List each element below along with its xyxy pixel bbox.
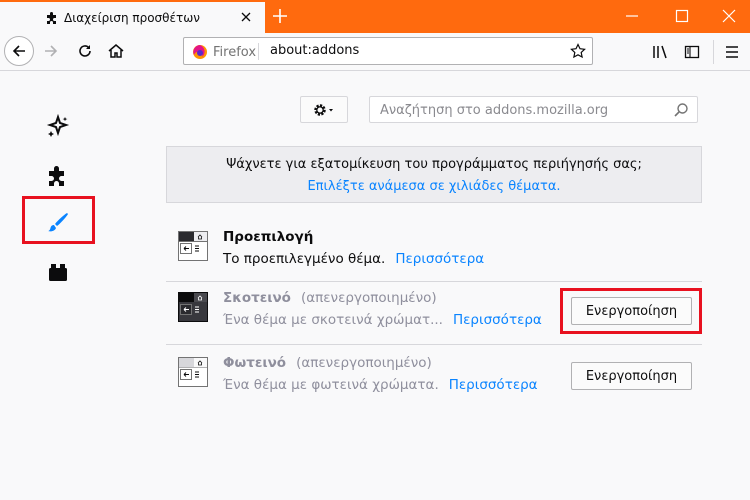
theme-description: Το προεπιλεγμένο θέμα. <box>223 251 386 267</box>
theme-name: Προεπιλογή <box>223 229 313 245</box>
identity-box[interactable]: Firefox <box>192 44 256 60</box>
theme-description-line: Ένα θέμα με φωτεινά χρώματα. Περισσότερα <box>223 377 538 393</box>
arrow-right-icon <box>45 45 58 57</box>
banner-link[interactable]: Επιλέξτε ανάμεσα σε χιλιάδες θέματα. <box>167 179 701 194</box>
addons-search-input[interactable] <box>380 101 660 119</box>
theme-item-default[interactable]: Προεπιλογή Το προεπιλεγμένο θέμα. Περισσό… <box>166 223 702 283</box>
maximize-icon[interactable] <box>672 6 692 26</box>
search-icon[interactable] <box>673 102 689 118</box>
banner-text: Ψάχνετε για εξατομίκευση του προγράμματο… <box>226 157 642 172</box>
minimize-icon[interactable] <box>622 6 642 26</box>
library-icon[interactable] <box>652 44 670 60</box>
theme-separator <box>166 281 702 282</box>
arrow-left-icon <box>12 45 25 57</box>
category-plugins[interactable] <box>44 258 72 286</box>
theme-more-link[interactable]: Περισσότερα <box>453 312 542 328</box>
close-window-icon[interactable] <box>719 6 739 26</box>
sidebar-toggle-icon[interactable] <box>684 44 700 60</box>
theme-description-line: Το προεπιλεγμένο θέμα. Περισσότερα <box>223 251 484 267</box>
forward-button[interactable] <box>36 36 66 66</box>
tab-title: Διαχείριση προσθέτων <box>64 10 200 25</box>
hamburger-menu-icon[interactable] <box>724 44 740 60</box>
theme-title: Προεπιλογή <box>223 229 314 245</box>
themes-discovery-banner: Ψάχνετε για εξατομίκευση του προγράμματο… <box>166 146 702 203</box>
reload-button[interactable] <box>70 36 100 66</box>
identity-label: Firefox <box>213 44 257 60</box>
close-tab-icon[interactable] <box>239 10 253 24</box>
default-theme-icon <box>178 231 208 261</box>
theme-status: (απενεργοποιημένο) <box>296 355 432 371</box>
home-icon <box>108 44 124 58</box>
sparkle-icon <box>46 114 70 137</box>
new-tab-icon[interactable] <box>270 6 290 26</box>
bookmark-star-icon[interactable] <box>570 43 586 59</box>
title-bar: Διαχείριση προσθέτων <box>0 0 750 33</box>
plugin-icon <box>49 264 67 281</box>
dark-theme-icon <box>178 292 208 322</box>
addons-search-box[interactable] <box>369 96 698 123</box>
gear-icon <box>314 103 333 116</box>
theme-item-light[interactable]: Φωτεινό (απενεργοποιημένο) Ένα θέμα με φω… <box>166 349 702 409</box>
tab-addons-manager[interactable]: Διαχείριση προσθέτων <box>0 0 265 33</box>
nav-bar: Firefox about:addons <box>0 33 750 71</box>
theme-title: Σκοτεινό <box>223 290 291 306</box>
theme-more-link[interactable]: Περισσότερα <box>449 377 538 393</box>
url-bar[interactable]: Firefox about:addons <box>183 37 593 65</box>
puzzle-icon <box>47 12 56 24</box>
firefox-logo-icon <box>193 45 207 59</box>
category-extensions[interactable] <box>44 162 72 190</box>
category-recommendations[interactable] <box>44 112 72 140</box>
theme-separator <box>166 344 702 345</box>
url-separator <box>258 43 259 60</box>
puzzle-icon <box>49 166 64 186</box>
theme-status: (απενεργοποιημένο) <box>300 290 437 306</box>
enable-light-theme-button[interactable]: Ενεργοποίηση <box>571 362 692 390</box>
theme-title: Φωτεινό <box>223 355 287 371</box>
back-button[interactable] <box>4 36 34 66</box>
enable-button-highlight <box>560 288 702 334</box>
url-text[interactable]: about:addons <box>270 43 359 58</box>
theme-name: Φωτεινό (απενεργοποιημένο) <box>223 355 432 371</box>
toolbar-separator <box>713 40 714 64</box>
theme-description: Ένα θέμα με σκοτεινά χρώματ... <box>223 312 443 328</box>
home-button[interactable] <box>101 36 131 66</box>
light-theme-icon <box>178 357 208 387</box>
theme-more-link[interactable]: Περισσότερα <box>395 251 484 267</box>
selected-category-highlight <box>22 196 95 244</box>
reload-icon <box>79 45 91 57</box>
theme-description: Ένα θέμα με φωτεινά χρώματα. <box>223 377 439 393</box>
theme-name: Σκοτεινό (απενεργοποιημένο) <box>223 290 437 306</box>
tools-menu-button[interactable] <box>300 96 348 123</box>
theme-description-line: Ένα θέμα με σκοτεινά χρώματ... Περισσότερ… <box>223 312 542 328</box>
